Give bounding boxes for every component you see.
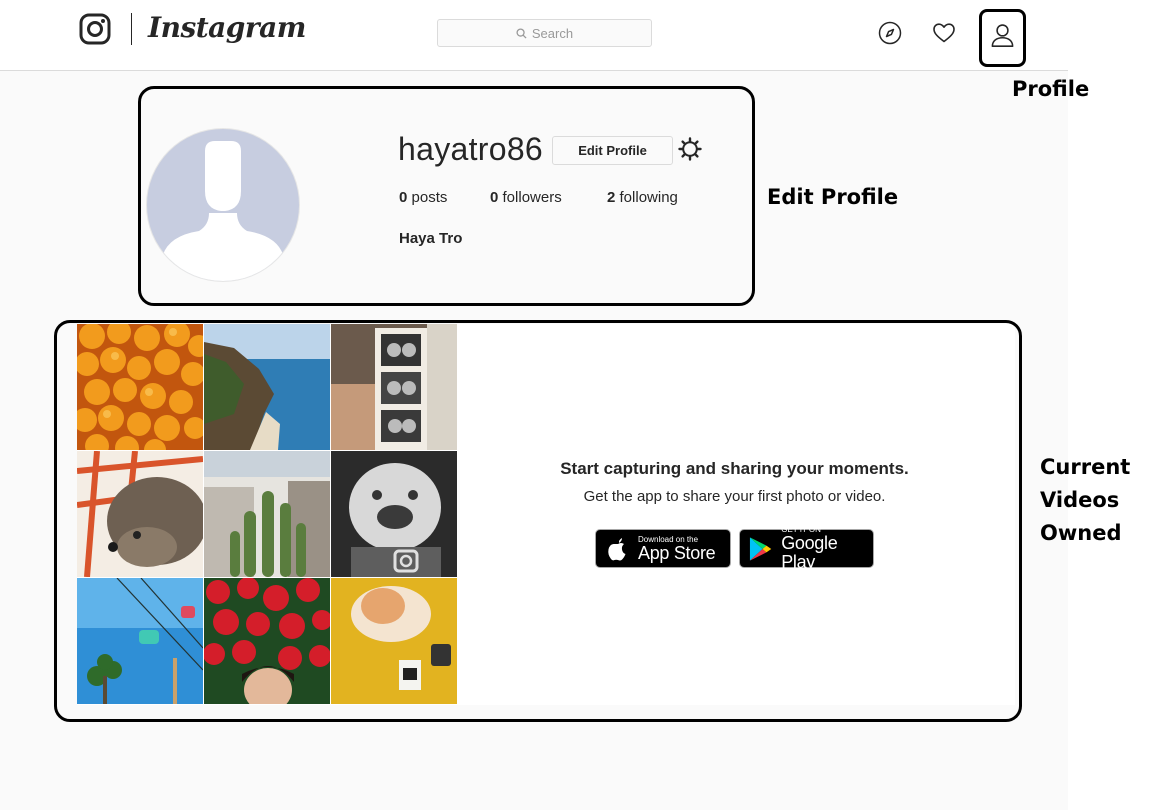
stat-posts-count: 0 xyxy=(399,189,408,206)
stat-following-count: 2 xyxy=(607,189,616,206)
stat-posts-label: posts xyxy=(411,189,448,206)
avatar[interactable] xyxy=(147,129,299,281)
top-navigation-bar: Instagram Search xyxy=(0,0,1068,71)
search-icon xyxy=(516,27,527,39)
profile-full-name: Haya Tro xyxy=(399,230,463,247)
profile-nav-button[interactable] xyxy=(979,9,1026,67)
annotation-frame-current-videos xyxy=(54,320,1022,722)
search-input[interactable]: Search xyxy=(437,19,652,47)
annotation-current-videos-owned: Current Videos Owned xyxy=(1040,451,1130,550)
annotation-current-videos-line-3: Owned xyxy=(1040,521,1122,545)
stat-following[interactable]: 2 following xyxy=(607,189,678,206)
annotation-edit-profile: Edit Profile xyxy=(767,185,899,209)
instagram-glyph-icon[interactable] xyxy=(79,13,111,45)
compass-icon[interactable] xyxy=(878,21,902,45)
stat-posts: 0 posts xyxy=(399,189,447,206)
annotation-current-videos-line-1: Current xyxy=(1040,455,1131,479)
search-placeholder: Search xyxy=(531,25,574,41)
person-icon xyxy=(991,24,1014,47)
gear-icon[interactable] xyxy=(678,137,702,161)
stat-followers-label: followers xyxy=(502,189,562,206)
stat-following-label: following xyxy=(619,189,678,206)
annotation-current-videos-line-2: Videos xyxy=(1040,488,1120,512)
annotation-profile: Profile xyxy=(1012,77,1090,101)
stat-followers[interactable]: 0 followers xyxy=(490,189,562,206)
heart-icon[interactable] xyxy=(932,21,956,45)
profile-username: hayatro86 xyxy=(398,131,544,167)
default-avatar-silhouette xyxy=(161,141,285,281)
stat-followers-count: 0 xyxy=(490,189,499,206)
instagram-wordmark[interactable]: Instagram xyxy=(148,11,306,44)
logo-divider xyxy=(131,13,132,45)
edit-profile-button[interactable]: Edit Profile xyxy=(552,136,673,165)
